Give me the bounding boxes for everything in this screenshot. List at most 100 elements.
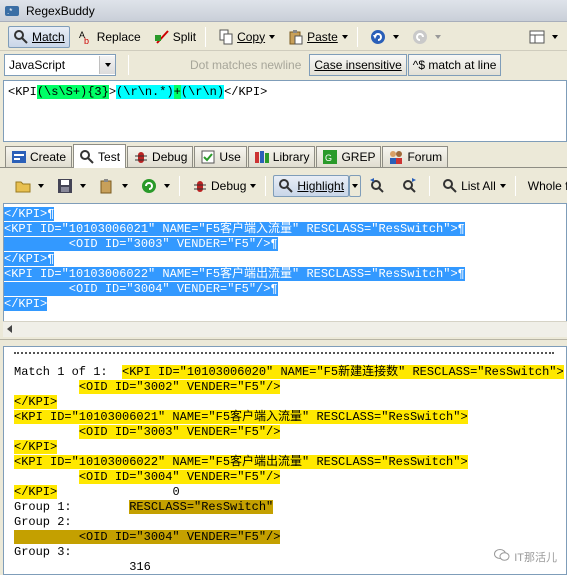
next-match-button[interactable] <box>396 175 425 197</box>
regex-group-2: (\r\n.*) <box>116 85 174 99</box>
layout-button[interactable] <box>524 26 563 48</box>
toolbar-separator <box>514 176 516 196</box>
paste-button[interactable]: Paste <box>283 26 353 48</box>
create-icon <box>11 149 27 165</box>
match-label: Match 1 of 1: <box>14 365 108 379</box>
match-text: <KPI ID="10103006021" NAME="F5客户端入流量" RE… <box>14 410 468 424</box>
regexbuddy-logo-icon: .* <box>4 3 20 19</box>
chevron-down-icon <box>341 34 348 39</box>
tab-label: Library <box>272 150 310 164</box>
tab-label: Forum <box>407 150 443 164</box>
group-value: <OID ID="3004" VENDER="F5"/> <box>78 530 281 544</box>
paste-test-button[interactable] <box>94 175 133 197</box>
redo-button[interactable] <box>407 26 446 48</box>
grid-layout-icon <box>529 29 545 45</box>
redo-icon <box>412 29 428 45</box>
tab-test[interactable]: Test <box>73 144 127 168</box>
match-row: <OID ID="3002" VENDER="F5"/> <box>14 380 556 395</box>
match-row: <OID ID="3003" VENDER="F5"/> <box>14 425 556 440</box>
group-row: Group 1: RESCLASS="ResSwitch" <box>14 500 556 515</box>
regex-group-3: (\r\n) <box>180 85 225 99</box>
tab-label: Debug <box>152 150 188 164</box>
use-icon <box>200 149 216 165</box>
debug-button[interactable]: Debug <box>187 175 261 197</box>
chevron-down-icon <box>552 34 558 39</box>
replace-button[interactable]: Ab Replace <box>73 26 146 48</box>
regex-group-1: (\s\S+) <box>36 85 88 99</box>
tab-grep[interactable]: G GREP <box>316 146 382 167</box>
split-button[interactable]: Split <box>149 26 201 48</box>
regex-quantifier: + <box>173 85 181 99</box>
watermark-text: IT那活儿 <box>514 551 557 564</box>
paste-label: Paste <box>307 29 338 44</box>
tab-forum[interactable]: Forum <box>382 146 449 167</box>
tab-use[interactable]: Use <box>194 146 247 167</box>
chevron-down-icon <box>269 34 276 39</box>
test-line: </KPI>¶ <box>4 207 566 222</box>
toolbar-separator <box>429 176 431 196</box>
regex-part: > <box>108 85 117 99</box>
chevron-down-icon <box>99 56 115 74</box>
match-row: </KPI> <box>14 395 556 410</box>
list-all-button[interactable]: List All <box>437 175 511 197</box>
grep-icon: G <box>322 149 338 165</box>
chevron-down-icon <box>122 184 128 188</box>
toolbar-separator <box>265 176 267 196</box>
group-label: Group 2: <box>14 515 72 529</box>
match-text: <OID ID="3004" VENDER="F5"/> <box>78 470 281 484</box>
highlight-dropdown[interactable] <box>349 175 362 197</box>
tab-debug[interactable]: Debug <box>127 146 194 167</box>
window-title: RegexBuddy <box>26 3 95 18</box>
paste-icon <box>99 178 115 194</box>
test-line-text: <OID ID="3003" VENDER="F5"/>¶ <box>4 237 278 251</box>
options-toolbar: JavaScript Dot matches newline Case inse… <box>0 51 567 79</box>
copy-button[interactable]: Copy <box>213 26 280 48</box>
test-line: <OID ID="3003" VENDER="F5"/>¶ <box>4 237 566 252</box>
chevron-down-icon <box>392 34 399 39</box>
match-text: <KPI ID="10103006020" NAME="F5新建连接数" RES… <box>122 365 564 379</box>
bug-icon <box>192 178 208 194</box>
match-position: 0 <box>172 485 180 499</box>
results-panel: Match 1 of 1: <KPI ID="10103006020" NAME… <box>3 346 567 575</box>
test-subject-editor[interactable]: </KPI>¶ <KPI ID="10103006021" NAME="F5客户… <box>3 203 567 337</box>
match-row: <KPI ID="10103006022" NAME="F5客户端出流量" RE… <box>14 455 556 470</box>
split-label: Split <box>172 29 197 44</box>
undo-button[interactable] <box>365 26 404 48</box>
previous-match-button[interactable] <box>364 175 393 197</box>
open-button[interactable] <box>10 175 49 197</box>
scope-select[interactable]: Whole file <box>523 175 567 197</box>
replace-label: Replace <box>96 29 141 44</box>
regex-input[interactable]: <KPI(\s\S+){3}>(\r\n.*)+(\r\n)</KPI> <box>3 80 567 142</box>
svg-text:b: b <box>84 36 89 45</box>
match-row: Match 1 of 1: <KPI ID="10103006020" NAME… <box>14 365 564 380</box>
group-label: Group 3: <box>14 545 72 559</box>
caret-dollar-toggle[interactable]: ^$ match at line <box>407 54 502 76</box>
chevron-down-icon <box>499 184 506 188</box>
tab-library[interactable]: Library <box>247 146 316 167</box>
match-text: </KPI> <box>14 485 58 499</box>
tab-label: Create <box>30 150 67 164</box>
flavor-select[interactable]: JavaScript <box>4 54 116 76</box>
regex-quantifier: {3} <box>87 85 109 99</box>
match-button[interactable]: Match <box>8 25 70 48</box>
scroll-left-icon[interactable] <box>7 325 12 333</box>
line-break-button[interactable] <box>136 175 175 197</box>
horizontal-scrollbar[interactable] <box>3 321 567 337</box>
search-icon <box>278 178 294 194</box>
test-line: <KPI ID="10103006022" NAME="F5客户端出流量" RE… <box>4 267 566 282</box>
match-text: </KPI> <box>14 440 58 454</box>
test-line: <OID ID="3004" VENDER="F5"/>¶ <box>4 282 566 297</box>
save-button[interactable] <box>52 175 91 197</box>
debug-label: Debug <box>211 179 247 193</box>
chevron-down-icon <box>164 184 170 188</box>
highlight-button[interactable]: Highlight <box>273 175 350 197</box>
tab-create[interactable]: Create <box>5 146 73 167</box>
match-label: Match <box>32 29 65 44</box>
zoom-next-icon <box>401 178 417 194</box>
tab-bar: Create Test Debug Use Library G GREP For… <box>0 144 567 168</box>
dot-matches-newline-toggle[interactable]: Dot matches newline <box>185 54 306 76</box>
splitter[interactable] <box>0 339 567 346</box>
case-insensitive-toggle[interactable]: Case insensitive <box>309 54 407 76</box>
save-icon <box>57 178 73 194</box>
title-bar: .* RegexBuddy <box>0 0 567 22</box>
